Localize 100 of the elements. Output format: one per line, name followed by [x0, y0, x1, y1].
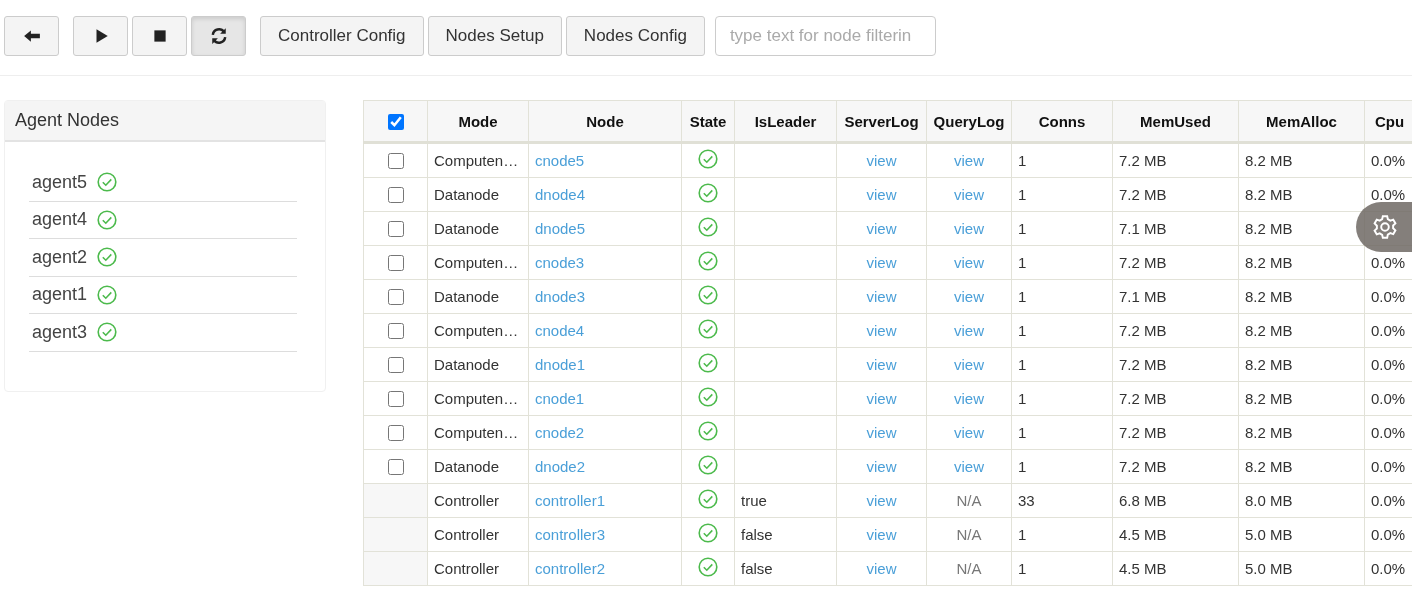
agent-name: agent4 — [32, 209, 88, 231]
view-link[interactable]: view — [866, 458, 897, 475]
column-header[interactable]: State — [681, 100, 735, 143]
toolbar-button[interactable]: Nodes Setup — [427, 16, 562, 56]
view-link[interactable]: view — [954, 322, 984, 339]
panel-title: Agent Nodes — [15, 110, 120, 131]
row-checkbox[interactable] — [387, 255, 404, 271]
table-cell: 1 — [1018, 356, 1027, 373]
table-cell: 8.2 MB — [1245, 424, 1293, 441]
node-link[interactable]: cnode4 — [535, 322, 585, 339]
column-header[interactable]: MemUsed — [1112, 100, 1239, 143]
refresh-button[interactable] — [191, 16, 246, 56]
view-link[interactable]: view — [866, 220, 897, 237]
view-link[interactable]: view — [954, 424, 984, 441]
column-header[interactable]: Mode — [427, 100, 529, 143]
view-link[interactable]: view — [954, 254, 984, 271]
node-link[interactable]: dnode5 — [535, 220, 586, 237]
table-cell: 7.2 MB — [1119, 254, 1167, 271]
row-checkbox[interactable] — [387, 153, 404, 169]
row-checkbox[interactable] — [387, 425, 404, 441]
view-link[interactable]: view — [866, 322, 897, 339]
view-link[interactable]: view — [866, 152, 897, 169]
node-link[interactable]: cnode5 — [535, 152, 585, 169]
table-cell: 8.2 MB — [1245, 288, 1293, 305]
table-cell: 4.5 MB — [1119, 560, 1167, 577]
row-checkbox[interactable] — [387, 323, 404, 339]
play-button[interactable] — [73, 16, 128, 56]
table-cell: 1 — [1018, 424, 1027, 441]
node-link[interactable]: dnode2 — [535, 458, 586, 475]
row-checkbox[interactable] — [387, 391, 404, 407]
table-cell: 5.0 MB — [1245, 560, 1293, 577]
table-cell: 1 — [1018, 526, 1027, 543]
column-header[interactable]: Cpu — [1364, 100, 1412, 143]
view-link[interactable]: view — [954, 458, 984, 475]
view-link[interactable]: view — [866, 186, 897, 203]
agent-name: agent2 — [32, 246, 88, 268]
view-link[interactable]: view — [866, 356, 897, 373]
row-checkbox[interactable] — [387, 289, 404, 305]
column-header[interactable]: Conns — [1011, 100, 1113, 143]
column-header[interactable]: MemAlloc — [1238, 100, 1365, 143]
node-link[interactable]: cnode2 — [535, 424, 585, 441]
table-cell: 1 — [1018, 186, 1027, 203]
column-header[interactable]: Node — [528, 100, 682, 143]
table-cell: 7.1 MB — [1119, 288, 1167, 305]
view-link[interactable]: view — [866, 288, 897, 305]
table-cell: 8.2 MB — [1245, 220, 1293, 237]
table-cell: 0.0% — [1371, 186, 1406, 203]
table-cell: 1 — [1018, 288, 1027, 305]
row-checkbox[interactable] — [387, 187, 404, 203]
view-link[interactable]: view — [866, 254, 897, 271]
table-cell: 8.0 MB — [1245, 492, 1293, 509]
row-checkbox[interactable] — [387, 357, 404, 373]
table-cell: N/A — [956, 492, 982, 509]
view-link[interactable]: view — [954, 152, 984, 169]
table-cell: 7.2 MB — [1119, 390, 1167, 407]
settings-button[interactable] — [1356, 202, 1412, 252]
agent-name: agent1 — [32, 284, 88, 306]
view-link[interactable]: view — [866, 560, 897, 577]
view-link[interactable]: view — [954, 220, 984, 237]
toolbar-button[interactable]: Nodes Config — [565, 16, 705, 56]
table-cell: false — [741, 526, 773, 543]
node-link[interactable]: cnode1 — [535, 390, 585, 407]
table-cell: 6.8 MB — [1119, 492, 1167, 509]
node-link[interactable]: dnode1 — [535, 356, 586, 373]
view-link[interactable]: view — [866, 492, 897, 509]
table-cell: Datanode — [434, 186, 500, 203]
table-cell: Computen… — [434, 254, 519, 271]
filter-field[interactable]: type text for node filterin — [714, 16, 936, 56]
table-cell: 0.0% — [1371, 560, 1406, 577]
back-button[interactable] — [4, 16, 59, 56]
node-link[interactable]: dnode4 — [535, 186, 586, 203]
view-link[interactable]: view — [866, 424, 897, 441]
table-cell: 7.1 MB — [1119, 220, 1167, 237]
view-link[interactable]: view — [954, 356, 984, 373]
node-link[interactable]: cnode3 — [535, 254, 585, 271]
table-cell: 33 — [1018, 492, 1035, 509]
select-all-checkbox[interactable] — [387, 113, 404, 130]
table-cell: 1 — [1018, 458, 1027, 475]
table-cell: 0.0% — [1371, 254, 1406, 271]
column-header[interactable]: IsLeader — [734, 100, 837, 143]
table-cell: 1 — [1018, 254, 1027, 271]
row-checkbox[interactable] — [387, 221, 404, 237]
table-cell: 1 — [1018, 220, 1027, 237]
table-cell: 8.2 MB — [1245, 322, 1293, 339]
view-link[interactable]: view — [954, 186, 984, 203]
table-cell: 0.0% — [1371, 322, 1406, 339]
node-link[interactable]: dnode3 — [535, 288, 586, 305]
stop-button[interactable] — [132, 16, 187, 56]
view-link[interactable]: view — [866, 390, 897, 407]
table-cell: Controller — [434, 560, 500, 577]
table-cell: Computen… — [434, 152, 519, 169]
column-header[interactable]: ServerLog — [836, 100, 927, 143]
view-link[interactable]: view — [866, 526, 897, 543]
column-header[interactable]: QueryLog — [926, 100, 1012, 143]
row-checkbox[interactable] — [387, 459, 404, 475]
table-cell: 8.2 MB — [1245, 254, 1293, 271]
toolbar-button[interactable]: Controller Config — [260, 16, 424, 56]
table-cell: 8.2 MB — [1245, 458, 1293, 475]
view-link[interactable]: view — [954, 288, 984, 305]
view-link[interactable]: view — [954, 390, 984, 407]
